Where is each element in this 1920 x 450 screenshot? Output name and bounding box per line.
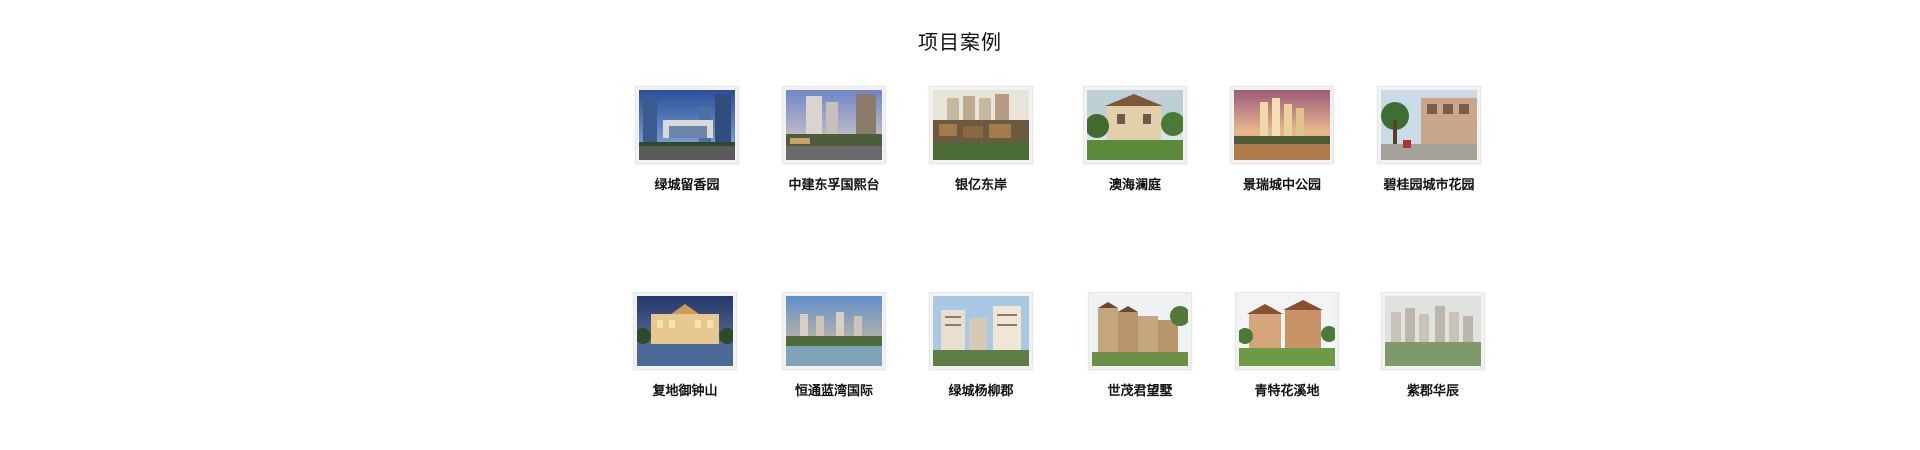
project-card[interactable]: 碧桂园城市花园 xyxy=(1354,86,1504,193)
project-card[interactable]: 复地御钟山 xyxy=(610,292,760,399)
project-image xyxy=(639,90,735,160)
project-card[interactable]: 中建东孚国熙台 xyxy=(759,86,909,193)
project-image xyxy=(1385,296,1481,366)
project-thumbnail[interactable] xyxy=(782,292,886,370)
project-image xyxy=(637,296,733,366)
project-thumbnail[interactable] xyxy=(1377,86,1481,164)
project-thumbnail[interactable] xyxy=(782,86,886,164)
project-name: 碧桂园城市花园 xyxy=(1383,178,1475,193)
project-thumbnail[interactable] xyxy=(1083,86,1187,164)
project-name: 恒通蓝湾国际 xyxy=(794,384,873,399)
project-image xyxy=(933,296,1029,366)
project-card[interactable]: 银亿东岸 xyxy=(906,86,1056,193)
project-card[interactable]: 青特花溪地 xyxy=(1212,292,1362,399)
project-name: 中建东孚国熙台 xyxy=(788,178,880,193)
project-thumbnail[interactable] xyxy=(635,86,739,164)
project-thumbnail[interactable] xyxy=(1235,292,1339,370)
project-name: 世茂君望墅 xyxy=(1107,384,1173,399)
project-image xyxy=(1239,296,1335,366)
project-name: 绿城杨柳郡 xyxy=(948,384,1014,399)
project-card[interactable]: 紫郡华辰 xyxy=(1358,292,1508,399)
project-card[interactable]: 绿城留香园 xyxy=(612,86,762,193)
project-thumbnail[interactable] xyxy=(1230,86,1334,164)
project-thumbnail[interactable] xyxy=(633,292,737,370)
project-name: 绿城留香园 xyxy=(654,178,720,193)
project-name: 银亿东岸 xyxy=(954,178,1007,193)
project-image xyxy=(786,90,882,160)
project-image xyxy=(1381,90,1477,160)
project-card[interactable]: 绿城杨柳郡 xyxy=(906,292,1056,399)
project-thumbnail[interactable] xyxy=(929,292,1033,370)
project-card[interactable]: 世茂君望墅 xyxy=(1065,292,1215,399)
project-image xyxy=(1092,296,1188,366)
project-name: 澳海澜庭 xyxy=(1108,178,1161,193)
project-case-grid: 绿城留香园 中建东孚国熙台 银亿东岸 澳海澜庭 景瑞城中公园 碧桂园城市花园 复… xyxy=(0,0,1920,450)
project-thumbnail[interactable] xyxy=(1088,292,1192,370)
project-name: 青特花溪地 xyxy=(1254,384,1320,399)
project-thumbnail[interactable] xyxy=(929,86,1033,164)
project-thumbnail[interactable] xyxy=(1381,292,1485,370)
project-name: 紫郡华辰 xyxy=(1406,384,1459,399)
project-image xyxy=(1087,90,1183,160)
project-card[interactable]: 澳海澜庭 xyxy=(1060,86,1210,193)
project-image xyxy=(786,296,882,366)
project-image xyxy=(1234,90,1330,160)
project-card[interactable]: 恒通蓝湾国际 xyxy=(759,292,909,399)
project-name: 复地御钟山 xyxy=(652,384,718,399)
project-card[interactable]: 景瑞城中公园 xyxy=(1207,86,1357,193)
project-image xyxy=(933,90,1029,160)
project-name: 景瑞城中公园 xyxy=(1242,178,1321,193)
